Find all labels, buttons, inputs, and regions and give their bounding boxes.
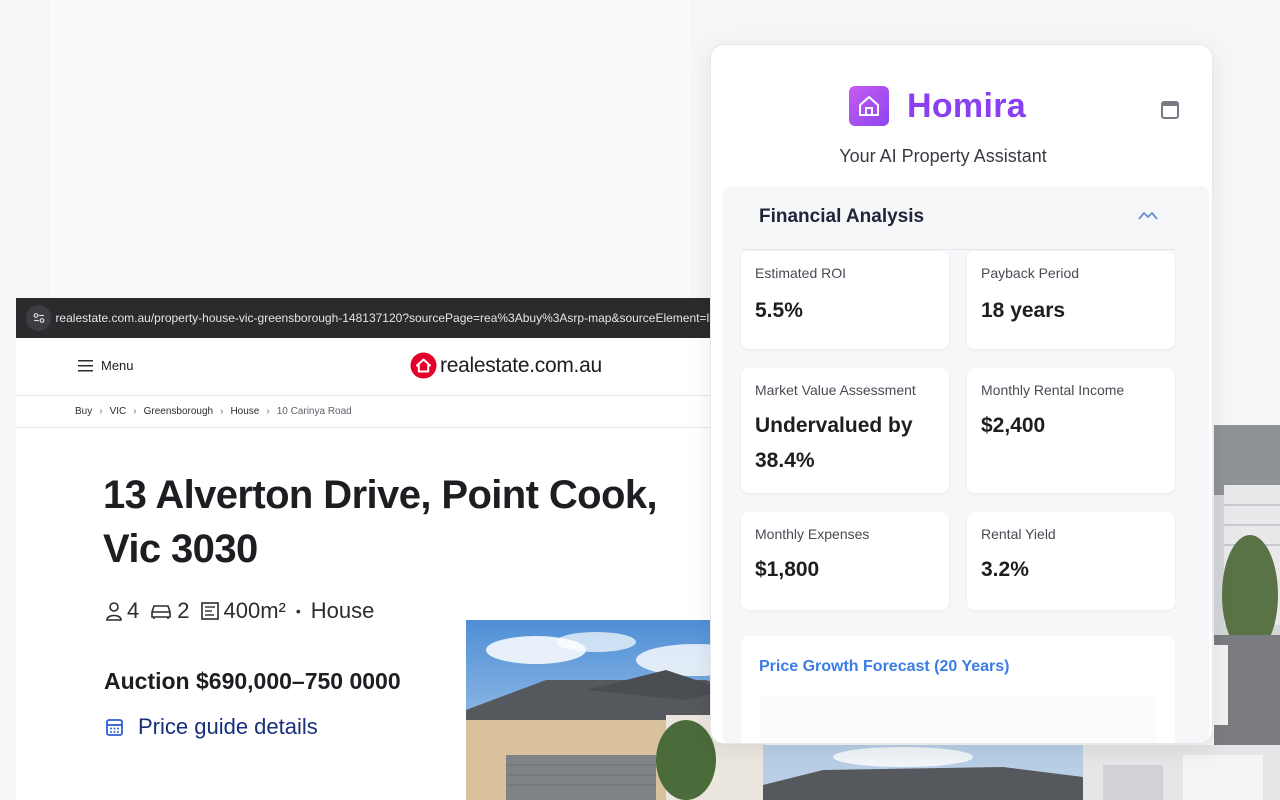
metric-value: Undervalued by 38.4%	[755, 414, 913, 472]
bedrooms-count: 4	[127, 598, 140, 623]
realestate-logo[interactable]: realestate.com.au	[410, 352, 602, 379]
metric-label: Rental Yield	[981, 526, 1056, 542]
metric-card-roi: Estimated ROI 5.5%	[741, 251, 949, 349]
metric-label: Payback Period	[981, 265, 1080, 281]
chevron-right-icon: ›	[133, 406, 137, 417]
brand-name: Homira	[907, 86, 1026, 125]
price-text: Auction $690,000–750 0000	[104, 668, 401, 694]
metric-card-market-value: Market Value Assessment Undervalued by 3…	[741, 368, 949, 493]
extension-header: Homira Your AI Property Assistant	[711, 45, 1212, 185]
metric-label: Monthly Rental Income	[981, 382, 1125, 398]
menu-label: Menu	[101, 358, 134, 373]
window-toggle-icon[interactable]	[1161, 101, 1179, 119]
house-logo-icon	[410, 352, 437, 379]
homira-extension-panel: Homira Your AI Property Assistant Financ…	[710, 44, 1213, 744]
menu-button[interactable]: Menu	[78, 358, 134, 373]
metric-value: 5.5%	[755, 299, 803, 322]
breadcrumb-buy[interactable]: Buy	[75, 406, 92, 417]
forecast-title[interactable]: Price Growth Forecast (20 Years)	[759, 658, 1009, 676]
url-text[interactable]: realestate.com.au/property-house-vic-gre…	[55, 311, 716, 325]
metric-value: $1,800	[755, 558, 820, 581]
site-settings-icon[interactable]	[26, 305, 52, 331]
car-icon	[151, 605, 172, 619]
metric-card-rental-income: Monthly Rental Income $2,400	[967, 368, 1175, 493]
address-bar[interactable]: realestate.com.au/property-house-vic-gre…	[16, 298, 716, 338]
breadcrumb-current: 10 Carinya Road	[276, 406, 352, 417]
metric-value: 18 years	[981, 299, 1066, 322]
chevron-right-icon: ›	[220, 406, 224, 417]
breadcrumb-house[interactable]: House	[230, 406, 259, 417]
metric-value: $2,400	[981, 414, 1046, 437]
section-title: Financial Analysis	[759, 206, 925, 227]
background-panel	[50, 0, 690, 298]
price-guide-label: Price guide details	[138, 714, 318, 739]
metric-label: Market Value Assessment	[755, 382, 916, 398]
land-size-feature: 400m²	[200, 598, 286, 624]
price-growth-forecast-card: Price Growth Forecast (20 Years)	[741, 636, 1175, 743]
metric-card-payback: Payback Period 18 years	[967, 251, 1175, 349]
bedrooms-feature: 4	[105, 598, 139, 624]
breadcrumb-vic[interactable]: VIC	[110, 406, 127, 417]
forecast-chart-area	[759, 696, 1157, 743]
metric-value: 3.2%	[981, 558, 1029, 581]
breadcrumb-greensborough[interactable]: Greensborough	[144, 406, 214, 417]
home-logo-icon	[849, 86, 889, 126]
tagline: Your AI Property Assistant	[839, 146, 1047, 166]
feature-separator: •	[295, 603, 301, 619]
price-guide-link[interactable]: Price guide details	[105, 714, 318, 740]
property-features: 4 2 400m² • House	[105, 598, 374, 624]
section-divider	[741, 249, 1175, 250]
metric-label: Monthly Expenses	[755, 526, 870, 542]
hamburger-icon	[78, 359, 93, 371]
metric-card-expenses: Monthly Expenses $1,800	[741, 512, 949, 610]
bathrooms-count: 2	[177, 598, 190, 623]
land-size-icon	[200, 602, 219, 620]
land-size: 400m²	[223, 598, 286, 623]
financial-analysis-section: Financial Analysis Estimated ROI 5.5% Pa…	[723, 186, 1209, 743]
logo-text: realestate.com.au	[440, 353, 602, 377]
address-line2: Vic 3030	[103, 527, 258, 571]
property-type: House	[310, 598, 375, 623]
brand: Homira	[849, 86, 1026, 126]
metric-label: Estimated ROI	[755, 265, 847, 281]
property-photo-right[interactable]	[1214, 425, 1280, 745]
address-line1: 13 Alverton Drive, Point Cook,	[103, 473, 658, 517]
property-address: 13 Alverton Drive, Point Cook, Vic 3030	[103, 468, 703, 576]
bathrooms-feature: 2	[149, 598, 190, 624]
metric-card-rental-yield: Rental Yield 3.2%	[967, 512, 1175, 610]
chevron-up-icon[interactable]	[1137, 208, 1159, 227]
chevron-right-icon: ›	[266, 406, 270, 417]
calculator-icon	[106, 718, 123, 736]
site-header: Menu realestate.com.au	[16, 338, 716, 396]
property-photo-bottom[interactable]	[763, 745, 1280, 800]
bed-person-icon	[106, 602, 122, 621]
chevron-right-icon: ›	[99, 406, 103, 417]
breadcrumb: Buy › VIC › Greensborough › House › 10 C…	[16, 396, 716, 428]
